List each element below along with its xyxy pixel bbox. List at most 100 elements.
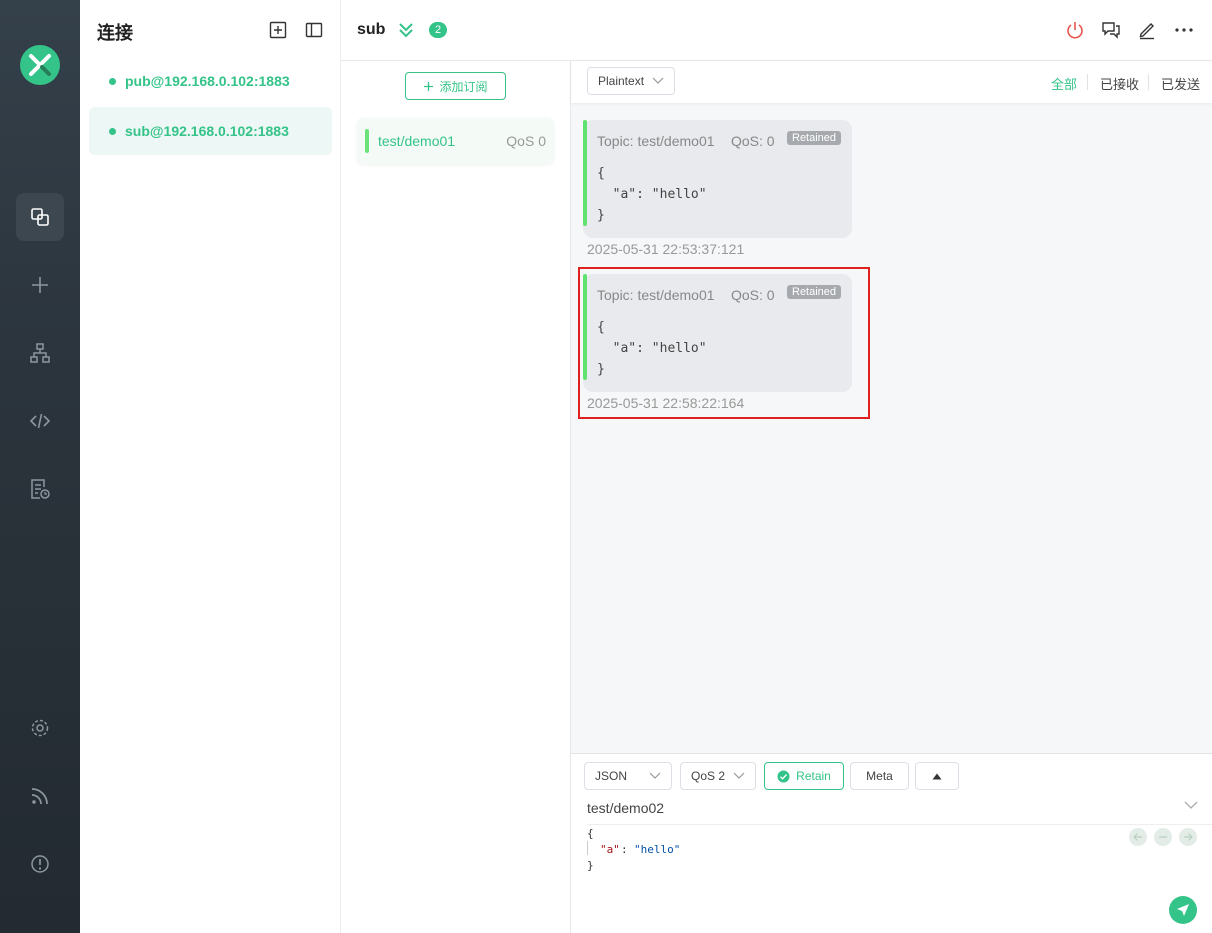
send-icon [1177, 904, 1189, 916]
editor-line[interactable]: } [587, 859, 594, 872]
payload-line: { [597, 166, 605, 181]
rss-icon [31, 788, 48, 805]
log-nav-button[interactable] [16, 465, 64, 513]
retain-label: Retain [796, 769, 831, 783]
connection-item-pub[interactable]: pub@192.168.0.102:1883 [89, 57, 332, 105]
about-nav-button[interactable] [16, 840, 64, 888]
editor-colon: : [621, 843, 635, 856]
mqttx-logo-icon [20, 45, 60, 85]
more-icon [1175, 28, 1193, 32]
status-dot [109, 127, 116, 135]
message-card[interactable]: Topic: test/demo01 QoS: 0 Retained { "a"… [583, 120, 852, 238]
subscription-topic: test/demo01 [378, 133, 456, 149]
edit-connection-button[interactable] [1136, 19, 1158, 41]
chevron-down-icon [733, 772, 745, 779]
indent-guide [587, 841, 588, 855]
messages-toolbar: Plaintext 全部 已接收 已发送 [571, 61, 1212, 103]
history-previous-button[interactable] [1129, 828, 1147, 846]
meta-label: Meta [866, 769, 893, 783]
message-qos: QoS: 0 [731, 133, 775, 149]
meta-button[interactable]: Meta [850, 762, 909, 790]
edit-icon [1139, 23, 1154, 40]
filter-received[interactable]: 已接收 [1100, 74, 1139, 93]
payload-format-select[interactable]: Plaintext [587, 67, 675, 95]
info-icon [31, 855, 49, 873]
subscriptions-panel: 添加订阅 test/demo01 QoS 0 [341, 61, 571, 933]
connections-nav-button[interactable] [16, 193, 64, 241]
message-topic: Topic: test/demo01 [597, 133, 715, 149]
add-subscription-button[interactable]: 添加订阅 [405, 72, 506, 100]
message-time: 2025-05-31 22:53:37:121 [587, 241, 745, 257]
arrow-right-icon [1184, 833, 1193, 841]
check-circle-icon [777, 770, 790, 782]
message-composer: JSON QoS 2 Retain Meta test/demo02 { "a"… [571, 753, 1212, 933]
expand-composer-button[interactable] [915, 762, 959, 790]
connection-label: sub@192.168.0.102:1883 [125, 123, 289, 139]
connections-panel: 连接 pub@192.168.0.102:1883 sub@192.168.0.… [80, 0, 341, 933]
subscription-qos: QoS 0 [506, 133, 546, 149]
scripts-nav-button[interactable] [16, 397, 64, 445]
sidebar-icon [305, 22, 323, 38]
connections-title: 连接 [97, 23, 133, 43]
minus-icon [1159, 836, 1167, 838]
plus-icon [32, 277, 48, 293]
chat-icon [1102, 22, 1120, 39]
connection-label: pub@192.168.0.102:1883 [125, 73, 290, 89]
messages-area: Plaintext 全部 已接收 已发送 Topic: test/demo01 … [571, 61, 1212, 753]
status-dot [109, 77, 116, 85]
subscription-item[interactable]: test/demo01 QoS 0 [357, 118, 554, 164]
highlight-box [578, 267, 870, 419]
publish-topic-input[interactable]: test/demo02 [587, 800, 664, 816]
more-button[interactable] [1173, 19, 1195, 41]
topology-nav-button[interactable] [16, 329, 64, 377]
new-connection-nav-button[interactable] [16, 261, 64, 309]
add-box-icon [269, 21, 287, 39]
payload-format-value: Plaintext [598, 74, 645, 88]
composer-qos-value: QoS 2 [691, 769, 726, 783]
history-clear-button[interactable] [1154, 828, 1172, 846]
add-subscription-label: 添加订阅 [439, 79, 488, 94]
connection-header: sub 2 [341, 0, 1212, 61]
topology-icon [30, 343, 50, 363]
composer-format-select[interactable]: JSON [584, 762, 672, 790]
chevron-down-icon [652, 77, 664, 84]
settings-nav-button[interactable] [16, 704, 64, 752]
editor-line[interactable]: { [587, 827, 594, 840]
retain-toggle[interactable]: Retain [764, 762, 844, 790]
send-button[interactable] [1169, 896, 1197, 924]
filter-sent[interactable]: 已发送 [1161, 74, 1200, 93]
toggle-panel-button[interactable] [304, 20, 324, 40]
filter-all[interactable]: 全部 [1051, 74, 1077, 93]
chevron-down-icon[interactable] [1184, 801, 1198, 810]
disconnect-button[interactable] [1064, 19, 1086, 41]
subscription-color-bar [365, 129, 369, 153]
log-icon [31, 479, 50, 499]
message-count-badge: 2 [429, 22, 447, 38]
payload-line: } [597, 208, 605, 223]
filter-divider [1148, 74, 1149, 90]
connections-icon [31, 208, 49, 226]
connection-name: sub [357, 21, 386, 38]
plus-icon [424, 81, 434, 91]
message-color-bar [583, 120, 587, 226]
chat-view-button[interactable] [1100, 19, 1122, 41]
app-rail [0, 0, 80, 933]
chevron-down-icon [649, 772, 661, 779]
new-folder-button[interactable] [268, 20, 288, 40]
editor-value[interactable]: "hello" [634, 843, 680, 856]
connection-item-sub[interactable]: sub@192.168.0.102:1883 [89, 107, 332, 155]
power-icon [1067, 22, 1083, 39]
history-next-button[interactable] [1179, 828, 1197, 846]
caret-up-icon [932, 773, 942, 779]
payload-line: "a": "hello" [597, 187, 707, 202]
composer-qos-select[interactable]: QoS 2 [680, 762, 756, 790]
filter-divider [1087, 74, 1088, 90]
composer-format-value: JSON [595, 769, 628, 783]
retained-badge: Retained [787, 131, 842, 145]
collapse-chevrons-icon[interactable] [397, 21, 415, 39]
code-icon [29, 413, 51, 429]
arrow-left-icon [1133, 833, 1142, 841]
editor-key[interactable]: "a" [600, 843, 620, 856]
settings-icon [31, 719, 49, 737]
feed-nav-button[interactable] [16, 772, 64, 820]
